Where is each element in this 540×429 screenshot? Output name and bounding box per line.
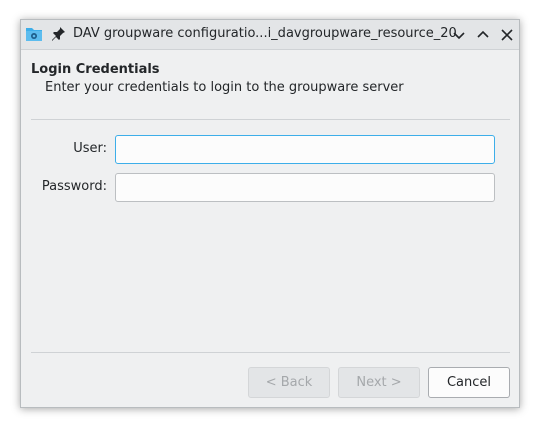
dialog-window: DAV groupware configuratio...i_davgroupw…: [20, 19, 520, 408]
minimize-icon[interactable]: [449, 25, 469, 45]
page-subtitle: Enter your credentials to login to the g…: [45, 80, 404, 95]
user-input[interactable]: [115, 135, 495, 164]
back-button[interactable]: < Back: [248, 367, 330, 398]
next-button[interactable]: Next >: [338, 367, 420, 398]
maximize-icon[interactable]: [473, 25, 493, 45]
user-label: User:: [73, 141, 107, 156]
title-bar[interactable]: DAV groupware configuratio...i_davgroupw…: [21, 20, 519, 50]
folder-icon: [25, 26, 43, 42]
page-title: Login Credentials: [31, 62, 160, 77]
window-title: DAV groupware configuratio...i_davgroupw…: [73, 26, 457, 41]
footer-divider: [31, 352, 510, 353]
pin-icon[interactable]: [52, 26, 66, 42]
header-divider: [31, 119, 510, 120]
password-label: Password:: [41, 179, 107, 194]
cancel-button[interactable]: Cancel: [428, 367, 510, 398]
close-icon[interactable]: [497, 25, 517, 45]
password-input[interactable]: [115, 173, 495, 202]
